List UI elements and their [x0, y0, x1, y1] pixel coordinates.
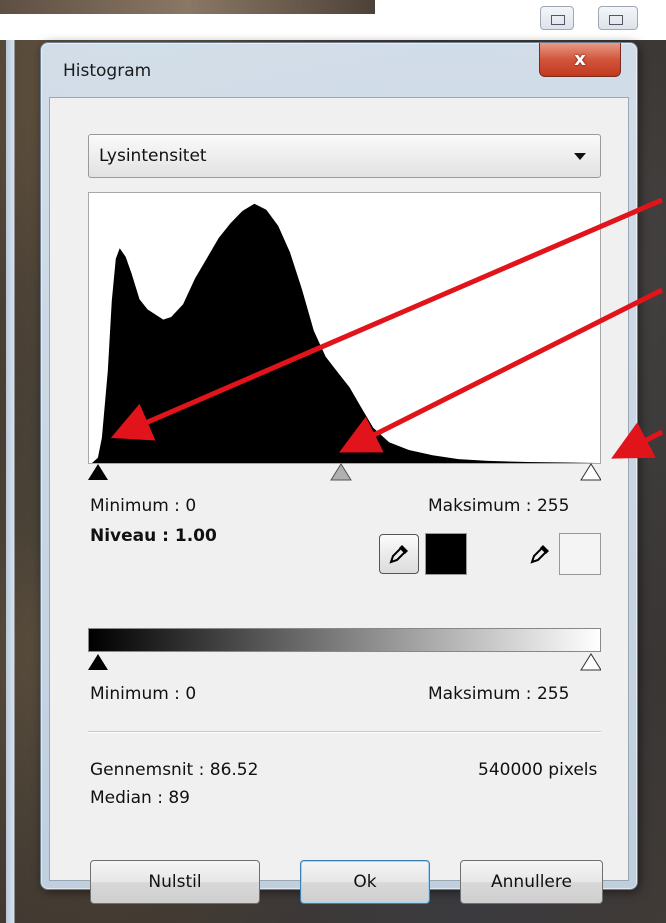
reset-button[interactable]: Nulstil: [90, 860, 260, 904]
dialog-client-area: Lysintensitet Minimum : 0 Maksimum : 255…: [49, 97, 629, 904]
channel-select[interactable]: Lysintensitet: [88, 134, 601, 178]
black-color-swatch[interactable]: [425, 533, 467, 575]
parent-image-strip: [0, 0, 375, 14]
separator-line: [88, 731, 601, 733]
input-maximum-label: Maksimum : 255: [428, 496, 570, 516]
histogram-dialog: Histogram x Lysintensitet Minimum : 0 Ma…: [40, 42, 638, 904]
input-minimum-label: Minimum : 0: [90, 496, 197, 516]
output-maximum-label: Maksimum : 255: [428, 684, 570, 704]
white-point-handle[interactable]: [580, 463, 601, 481]
histogram-svg: [92, 203, 597, 463]
chevron-down-icon: [574, 153, 586, 160]
maximize-button[interactable]: [598, 6, 638, 30]
input-level-slider[interactable]: [88, 462, 601, 482]
mean-label: Gennemsnit : 86.52: [90, 760, 259, 780]
output-level-slider[interactable]: [88, 652, 601, 672]
histogram-chart: [88, 192, 601, 464]
gamma-handle[interactable]: [330, 463, 352, 481]
channel-select-value: Lysintensitet: [99, 146, 207, 166]
ok-button[interactable]: Ok: [300, 860, 430, 904]
white-eyedropper-button[interactable]: [526, 538, 554, 570]
level-label: Niveau : 1.00: [90, 526, 217, 546]
white-color-swatch[interactable]: [559, 533, 601, 575]
output-white-handle[interactable]: [580, 653, 601, 671]
median-label: Median : 89: [90, 788, 190, 808]
output-gradient-bar: [88, 628, 601, 652]
cancel-button[interactable]: Annullere: [460, 860, 603, 904]
minimize-button[interactable]: [540, 6, 574, 30]
output-minimum-label: Minimum : 0: [90, 684, 197, 704]
eyedropper-icon: [389, 545, 408, 564]
histogram-area: [92, 203, 597, 463]
black-eyedropper-button[interactable]: [379, 534, 419, 574]
pixel-count-label: 540000 pixels: [478, 760, 598, 780]
eyedropper-icon: [530, 545, 549, 564]
output-black-handle[interactable]: [88, 654, 108, 670]
close-button[interactable]: x: [539, 43, 621, 77]
black-point-handle[interactable]: [88, 464, 108, 480]
dialog-title: Histogram: [63, 61, 152, 81]
